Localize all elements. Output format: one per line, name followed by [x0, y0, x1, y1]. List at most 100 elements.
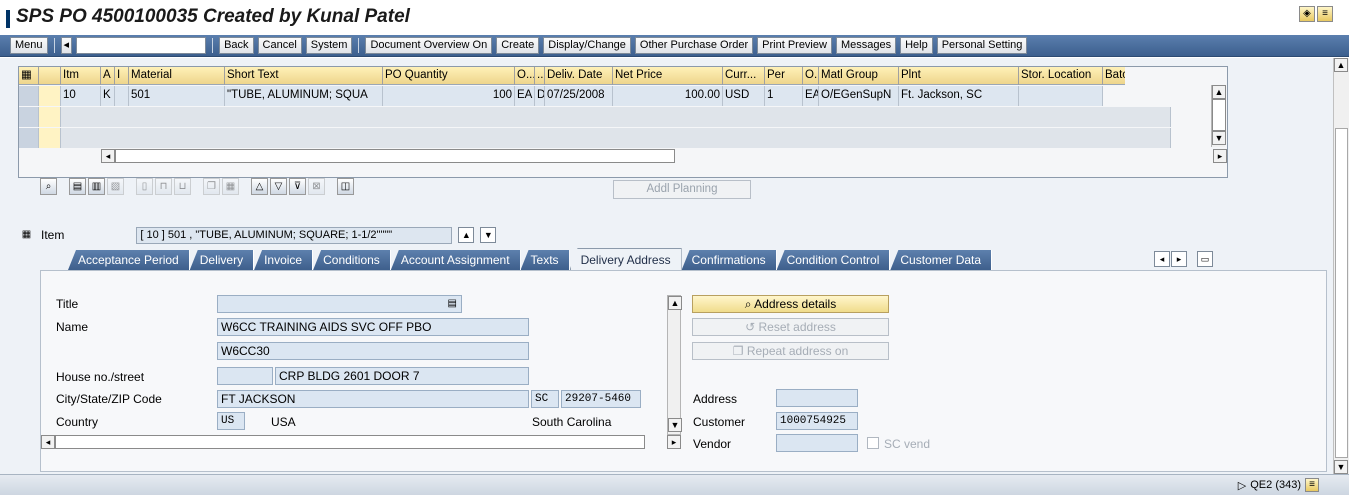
scroll-track[interactable] [668, 310, 680, 418]
customer-field[interactable]: 1000754925 [776, 412, 858, 430]
tab-acceptance-period[interactable]: Acceptance Period [68, 250, 190, 270]
cell-itm[interactable]: 10 [61, 86, 101, 106]
vendor-field[interactable] [776, 434, 858, 452]
scroll-down-icon[interactable]: ▼ [1334, 460, 1348, 474]
name1-field[interactable]: W6CC TRAINING AIDS SVC OFF PBO [217, 318, 529, 336]
sc-vend-checkbox[interactable] [867, 437, 879, 449]
col-header-account-assignment[interactable]: A [101, 67, 115, 85]
command-field-toggle[interactable]: ◂ [60, 37, 73, 54]
document-overview-button[interactable]: Document Overview On [365, 37, 493, 54]
cell-matl-group[interactable]: O/EGenSupN [819, 86, 899, 106]
sort-ascending-icon[interactable]: △ [251, 178, 268, 195]
col-header-batch[interactable]: Batch [1103, 67, 1125, 85]
col-header-date-category[interactable]: .. [535, 67, 545, 85]
table-row[interactable]: 10 K 501 "TUBE, ALUMINUM; SQUA 100 EA D … [19, 86, 1103, 106]
scroll-up-icon[interactable]: ▲ [668, 296, 682, 310]
region-field[interactable]: SC [531, 390, 559, 408]
collapse-item-icon[interactable]: ▦ [18, 227, 35, 244]
scroll-up-icon[interactable]: ▲ [1334, 58, 1348, 72]
expand-status-icon[interactable]: ▷ [1238, 479, 1246, 492]
messages-button[interactable]: Messages [835, 37, 897, 54]
deselect-rows-icon[interactable]: ▥ [88, 178, 105, 195]
street-field[interactable]: CRP BLDG 2601 DOOR 7 [275, 367, 529, 385]
col-header-net-price[interactable]: Net Price [613, 67, 723, 85]
cell-per[interactable]: 1 [765, 86, 803, 106]
scroll-right-icon[interactable]: ▸ [667, 435, 681, 449]
cell-order-price-unit[interactable]: EA [803, 86, 819, 106]
col-header-short-text[interactable]: Short Text [225, 67, 383, 85]
previous-item-icon[interactable]: ▲ [458, 227, 475, 243]
delete-icon[interactable]: ▯ [136, 178, 153, 195]
zip-field[interactable]: 29207-5460 [561, 390, 641, 408]
lock-icon[interactable]: ⊓ [155, 178, 172, 195]
create-button[interactable]: Create [496, 37, 540, 54]
cell-order-unit[interactable]: EA [515, 86, 535, 106]
col-header-deliv-date[interactable]: Deliv. Date [545, 67, 613, 85]
scroll-thumb[interactable] [1212, 99, 1226, 131]
system-menu-icon[interactable]: ≡ [1305, 478, 1319, 492]
layout-menu-icon[interactable]: ≡ [1317, 6, 1333, 22]
back-button[interactable]: Back [219, 37, 254, 54]
scroll-up-icon[interactable]: ▲ [1212, 85, 1226, 99]
col-header-per[interactable]: Per [765, 67, 803, 85]
house-no-field[interactable] [217, 367, 273, 385]
table-row[interactable] [19, 128, 1171, 148]
col-header-po-quantity[interactable]: PO Quantity [383, 67, 515, 85]
col-header-stor-location[interactable]: Stor. Location [1019, 67, 1103, 85]
layout-icon[interactable] [39, 67, 61, 85]
col-header-matl-group[interactable]: Matl Group [819, 67, 899, 85]
command-field[interactable] [76, 37, 207, 54]
tab-delivery-address[interactable]: Delivery Address [569, 248, 682, 270]
tab-confirmations[interactable]: Confirmations [681, 250, 777, 270]
scroll-thumb[interactable] [1335, 128, 1348, 458]
window-vertical-scrollbar[interactable]: ▲ ▼ [1333, 58, 1349, 474]
address-number-field[interactable] [776, 389, 858, 407]
cell-date-category[interactable]: D [535, 86, 545, 106]
calculator-icon[interactable]: ▦ [222, 178, 239, 195]
title-dropdown[interactable]: ▤ [217, 295, 462, 313]
cell-net-price[interactable]: 100.00 [613, 86, 723, 106]
col-header-plant[interactable]: Plnt [899, 67, 1019, 85]
customize-icon[interactable]: ◈ [1299, 6, 1315, 22]
unlock-icon[interactable]: ⊔ [174, 178, 191, 195]
scroll-thumb[interactable] [115, 149, 675, 163]
cell-material[interactable]: 501 [129, 86, 225, 106]
name2-field[interactable]: W6CC30 [217, 342, 529, 360]
personal-setting-button[interactable]: Personal Setting [936, 37, 1028, 54]
filter-icon[interactable]: ▽ [270, 178, 287, 195]
col-header-item-category[interactable]: I [115, 67, 129, 85]
copy-icon[interactable]: ❐ [203, 178, 220, 195]
display-change-button[interactable]: Display/Change [543, 37, 631, 54]
col-header-material[interactable]: Material [129, 67, 225, 85]
help-button[interactable]: Help [900, 37, 933, 54]
print-preview-button[interactable]: Print Preview [757, 37, 832, 54]
dropdown-icon[interactable]: ▤ [448, 296, 457, 312]
system-button[interactable]: System [305, 37, 353, 54]
city-field[interactable]: FT JACKSON [217, 390, 529, 408]
address-horizontal-scrollbar[interactable]: ◂ ▸ [41, 435, 681, 449]
table-row[interactable] [19, 107, 1171, 127]
scroll-left-icon[interactable]: ◂ [41, 435, 55, 449]
address-details-button[interactable]: ⌕ Address details [692, 295, 889, 313]
set-filter-icon[interactable]: ⊽ [289, 178, 306, 195]
col-header-currency[interactable]: Curr... [723, 67, 765, 85]
tab-texts[interactable]: Texts [520, 250, 570, 270]
reset-address-button[interactable]: ↺ Reset address [692, 318, 889, 336]
item-selector-dropdown[interactable]: [ 10 ] 501 , "TUBE, ALUMINUM; SQUARE; 1-… [136, 226, 453, 244]
details-icon[interactable]: ⌕ [40, 178, 57, 195]
cell-plant[interactable]: Ft. Jackson, SC [899, 86, 1019, 106]
cell-currency[interactable]: USD [723, 86, 765, 106]
select-block-icon[interactable]: ▧ [107, 178, 124, 195]
select-all-rows-icon[interactable]: ▤ [69, 178, 86, 195]
addl-planning-button[interactable]: Addl Planning [613, 180, 751, 199]
cancel-button[interactable]: Cancel [257, 37, 302, 54]
tab-condition-control[interactable]: Condition Control [776, 250, 891, 270]
cell-short-text[interactable]: "TUBE, ALUMINUM; SQUA [225, 86, 383, 106]
tab-customer-data[interactable]: Customer Data [890, 250, 993, 270]
tab-account-assignment[interactable]: Account Assignment [390, 250, 521, 270]
row-selector[interactable] [19, 107, 39, 127]
col-header-order-price-unit[interactable]: O... [803, 67, 819, 85]
empty-row-cells[interactable] [61, 107, 1171, 127]
col-header-order-unit[interactable]: O... [515, 67, 535, 85]
cell-item-category[interactable] [115, 86, 129, 106]
